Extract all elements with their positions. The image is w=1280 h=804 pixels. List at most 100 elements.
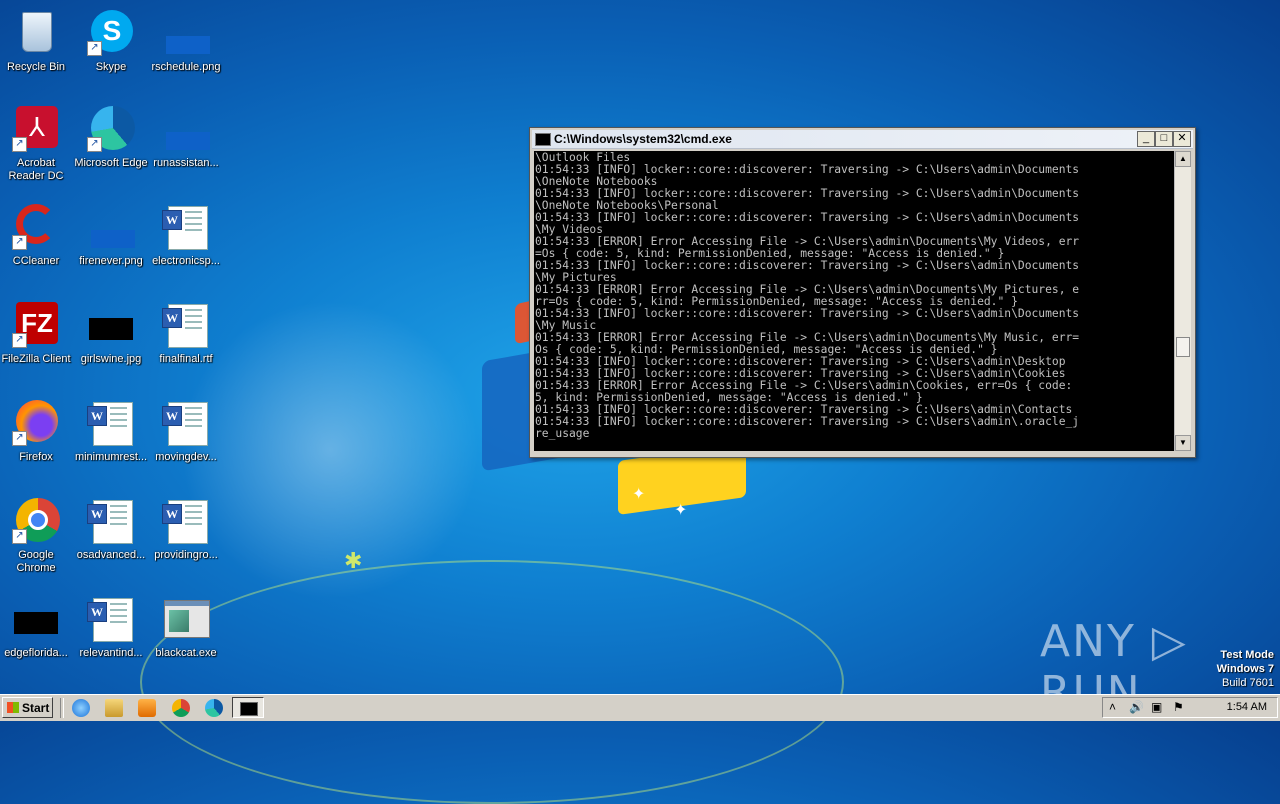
desktop-icon-label: girlswine.jpg [80,353,142,365]
recycle-bin-icon [12,8,60,56]
desktop-icon-label: movingdev... [155,451,217,463]
chrome-icon[interactable] [172,699,190,717]
system-tray: ˄ 🔊 ▣ ⚑ 1:54 AM [1102,697,1278,718]
desktop-icon-label: runassistan... [153,157,219,169]
build-label: Build 7601 [1222,677,1274,689]
desktop-icon-minimumrest[interactable]: W minimumrest... [73,398,149,464]
desktop-icon-firefox[interactable]: ↗ Firefox [0,398,74,464]
word-doc-icon: W [87,398,135,446]
os-version-badge: Test Mode Windows 7 Build 7601 [1217,648,1274,690]
sparkle-icon: ✱ [344,548,363,573]
word-doc-icon: W [162,398,210,446]
network-icon[interactable]: ▣ [1151,700,1162,714]
filezilla-icon: FZ ↗ [12,300,60,348]
taskbar-cmd-button[interactable] [232,697,264,718]
desktop-icon-label: Firefox [19,451,53,463]
cmd-title: C:\Windows\system32\cmd.exe [554,132,732,146]
wallpaper-swirl [140,560,844,804]
image-file-icon [87,300,135,348]
cmd-titlebar[interactable]: C:\Windows\system32\cmd.exe _ □ ✕ [532,130,1193,149]
desktop-icon-label: Skype [95,61,127,73]
chrome-icon: ↗ [12,496,60,544]
desktop-icon-label: FileZilla Client [1,353,71,365]
console-scrollbar[interactable]: ▲ ▼ [1174,151,1191,451]
taskbar-separator [60,698,64,718]
desktop-icon-label: Google Chrome [16,549,56,574]
explorer-icon[interactable] [105,699,123,717]
wallpaper-glow [180,300,480,600]
desktop-icon-label: Microsoft Edge [74,157,148,169]
desktop-icon-edgeflorida[interactable]: edgeflorida... [0,594,74,660]
desktop-icon-runassistan[interactable]: runassistan... [148,104,224,170]
start-label: Start [22,701,50,715]
word-doc-icon: W [162,496,210,544]
desktop-icon-ccleaner[interactable]: ↗ CCleaner [0,202,74,268]
exe-icon [162,594,210,642]
desktop-icon-firenever[interactable]: firenever.png [73,202,149,268]
console-output: \Outlook Files 01:54:33 [INFO] locker::c… [535,151,1080,440]
volume-icon[interactable]: 🔊 [1129,700,1144,714]
desktop-icon-label: Recycle Bin [6,61,66,73]
image-file-icon [162,8,210,56]
sparkle-icon: ✦ [632,486,646,503]
desktop-icon-label: rschedule.png [151,61,221,73]
desktop-icon-electronicsp[interactable]: W electronicsp... [148,202,224,268]
desktop-icon-edge[interactable]: ↗ Microsoft Edge [73,104,149,170]
maximize-button[interactable]: □ [1155,131,1173,147]
skype-icon: S ↗ [87,8,135,56]
desktop-icon-skype[interactable]: S ↗ Skype [73,8,149,74]
minimize-button[interactable]: _ [1137,131,1155,147]
image-file-icon [162,104,210,152]
media-player-icon[interactable] [138,699,156,717]
desktop-icon-label: blackcat.exe [155,647,217,659]
console-output-area[interactable]: \Outlook Files 01:54:33 [INFO] locker::c… [534,151,1174,451]
desktop-icon-label: osadvanced... [76,549,146,561]
desktop-icon-label: CCleaner [12,255,60,267]
cmd-window[interactable]: C:\Windows\system32\cmd.exe _ □ ✕ \Outlo… [529,127,1196,458]
desktop-icon-label: firenever.png [79,255,143,267]
desktop-icon-girlswine[interactable]: girlswine.jpg [73,300,149,366]
chevron-up-icon[interactable]: ˄ [1109,700,1116,714]
desktop-icon-movingdev[interactable]: W movingdev... [148,398,224,464]
edge-icon: ↗ [87,104,135,152]
desktop-icon-acrobat[interactable]: ⅄ ↗ Acrobat Reader DC [0,104,74,183]
action-center-flag-icon[interactable]: ⚑ [1173,700,1184,714]
desktop-icon-rschedule[interactable]: rschedule.png [148,8,224,74]
image-file-icon [12,594,60,642]
desktop-icon-filezilla[interactable]: FZ ↗ FileZilla Client [0,300,74,366]
start-button[interactable]: Start [2,697,53,718]
cmd-icon [535,133,551,146]
scroll-up-arrow-icon[interactable]: ▲ [1175,151,1191,167]
scroll-down-arrow-icon[interactable]: ▼ [1175,435,1191,451]
desktop-icon-providingro[interactable]: W providingro... [148,496,224,562]
sparkle-icon: ✦ [674,502,688,519]
desktop-icon-relevantind[interactable]: W relevantind... [73,594,149,660]
word-doc-icon: W [162,202,210,250]
desktop-icon-label: edgeflorida... [4,647,68,659]
desktop-icon-chrome[interactable]: ↗ Google Chrome [0,496,74,575]
firefox-icon: ↗ [12,398,60,446]
taskbar: Start ˄ 🔊 ▣ ⚑ 1:54 AM [0,694,1280,721]
acrobat-icon: ⅄ ↗ [12,104,60,152]
desktop-icon-label: finalfinal.rtf [159,353,213,365]
cmd-icon [240,702,258,716]
windows-version-label: Windows 7 [1216,663,1274,675]
desktop-icon-osadvanced[interactable]: W osadvanced... [73,496,149,562]
edge-icon[interactable] [205,699,223,717]
desktop-icon-label: providingro... [154,549,218,561]
close-button[interactable]: ✕ [1173,131,1191,147]
desktop-icon-label: relevantind... [79,647,143,659]
scrollbar-thumb[interactable] [1176,337,1190,357]
desktop-icon-label: electronicsp... [152,255,220,267]
desktop-icon-blackcat[interactable]: blackcat.exe [148,594,224,660]
image-file-icon [87,202,135,250]
clock[interactable]: 1:54 AM [1227,701,1267,713]
desktop-icon-recycle-bin[interactable]: Recycle Bin [0,8,74,74]
word-doc-icon: W [87,496,135,544]
ie-icon[interactable] [72,699,90,717]
windows-flag-icon [7,702,19,713]
desktop-icon-label: minimumrest... [74,451,148,463]
desktop-icon-finalfinal[interactable]: W finalfinal.rtf [148,300,224,366]
desktop-icon-label: Acrobat Reader DC [8,157,64,182]
word-doc-icon: W [162,300,210,348]
